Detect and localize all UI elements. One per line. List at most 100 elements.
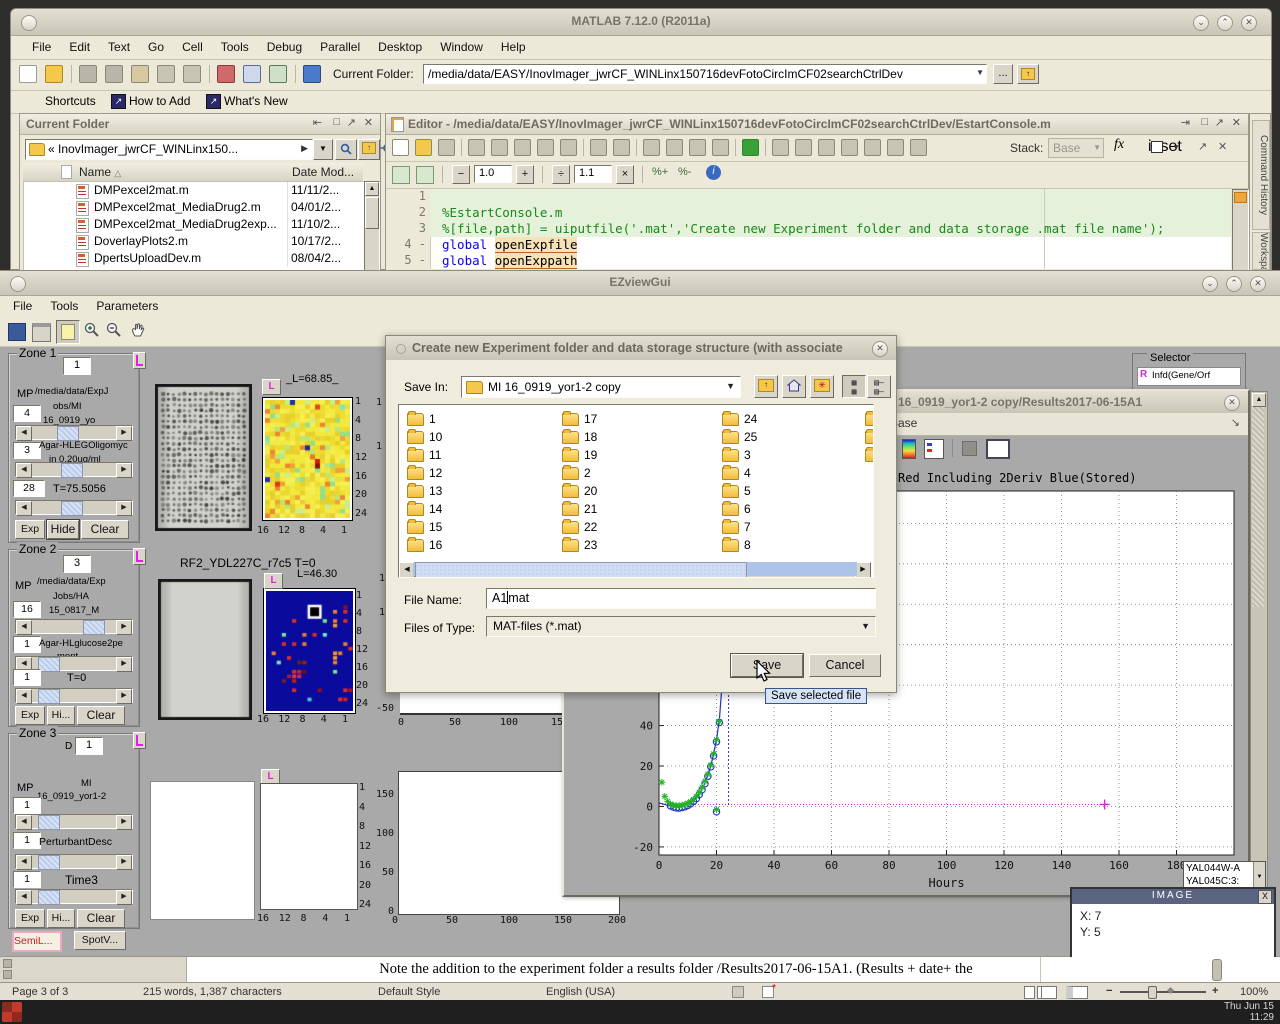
cell-insert-above-icon[interactable] (392, 166, 410, 184)
menu-window[interactable]: Window (431, 37, 492, 57)
chevron-down-icon[interactable]: ▼ (976, 68, 984, 77)
folder-item[interactable]: 4 (722, 465, 862, 481)
copy-icon[interactable] (491, 139, 508, 156)
forward-icon[interactable] (689, 139, 706, 156)
undock-icon[interactable]: ↗ (347, 116, 356, 129)
page-count[interactable]: Page 3 of 3 (12, 986, 68, 998)
menu-go[interactable]: Go (139, 37, 173, 57)
code-editor[interactable]: 12%EstartConsole.m3%[file,path] = uiputf… (386, 189, 1231, 269)
selection-mode-icon[interactable] (732, 986, 744, 998)
zoom-out-icon[interactable]: − (1106, 985, 1112, 997)
zone-hide-button[interactable]: Hide (47, 520, 79, 539)
colorbar-toggle-button[interactable] (133, 732, 146, 749)
cell-eval-advance-icon[interactable] (864, 139, 881, 156)
cell-minus-input[interactable]: 1.0 (474, 165, 512, 183)
chevron-right-icon[interactable]: ▶ (301, 143, 308, 154)
maximize-panel-icon[interactable]: □ (1201, 116, 1208, 128)
detail-view-button[interactable]: ▤–▤– (867, 375, 891, 398)
browse-folder-button[interactable]: ... (993, 64, 1013, 84)
back-icon[interactable] (666, 139, 683, 156)
time-input[interactable]: 1 (13, 669, 41, 686)
ez-menu-tools[interactable]: Tools (41, 296, 87, 316)
save-in-combo[interactable]: MI 16_0919_yor1-2 copy ▼ (461, 376, 741, 398)
table-row[interactable]: DMPexcel2mat_MediaDrug2.m04/01/2... (24, 199, 364, 216)
folder-item[interactable]: 25 (722, 429, 862, 445)
print-icon[interactable] (32, 323, 51, 342)
slider-left-arrow[interactable]: ◀ (16, 815, 32, 830)
slider-thumb[interactable] (38, 815, 60, 830)
time-slider[interactable]: ◀▶ (15, 500, 133, 515)
zone-hide-button[interactable]: Hi... (47, 706, 75, 725)
ezview-titlebar[interactable]: EZviewGui ⌄ ⌃ ✕ (0, 271, 1280, 296)
dialog-titlebar[interactable]: Create new Experiment folder and data st… (386, 336, 896, 360)
media-slider[interactable]: ◀▶ (15, 854, 133, 869)
menu-debug[interactable]: Debug (258, 37, 311, 57)
files-of-type-select[interactable]: MAT-files (*.mat) ▼ (486, 616, 876, 637)
mp-slider[interactable]: ◀▶ (15, 814, 133, 829)
slider-right-arrow[interactable]: ▶ (116, 620, 132, 635)
language-setting[interactable]: English (USA) (546, 986, 615, 998)
slider-left-arrow[interactable]: ◀ (16, 890, 32, 905)
table-row[interactable]: DpertsUploadDev.m08/04/2... (24, 250, 364, 267)
slider-right-arrow[interactable]: ▶ (116, 689, 132, 704)
fx-icon[interactable]: fx (1114, 137, 1124, 153)
folder-item[interactable]: 7 (722, 519, 862, 535)
file-name-input[interactable]: A1mat (486, 588, 876, 609)
grid-view-button[interactable]: ▦▦ (842, 375, 866, 398)
word-count[interactable]: 215 words, 1,387 characters (143, 986, 282, 998)
colorbar-toggle-button[interactable] (133, 352, 146, 369)
zone-clear-button[interactable]: Clear (77, 909, 125, 928)
undock-icon[interactable]: ↗ (1215, 116, 1224, 129)
cell-insert-icon[interactable] (818, 139, 835, 156)
list-item[interactable]: YAL044W-A (1186, 863, 1240, 874)
slider-right-arrow[interactable]: ▶ (116, 890, 132, 905)
list-item[interactable]: YAL045C:3: (1186, 876, 1239, 887)
save-state-icon[interactable]: * (762, 986, 774, 998)
folder-item[interactable]: 17 (562, 411, 702, 427)
cell-insert-below-icon[interactable] (416, 166, 434, 184)
undock-icon[interactable]: ↗ (1198, 140, 1207, 153)
table-row[interactable]: DMPexcel2mat.m11/11/2... (24, 182, 364, 199)
save-icon[interactable] (438, 139, 455, 156)
paste-icon[interactable] (131, 65, 149, 83)
undo-icon[interactable] (537, 139, 554, 156)
taskbar-date[interactable]: Thu Jun 15 11:29 (1224, 1001, 1274, 1023)
slider-thumb[interactable] (38, 855, 60, 870)
scroll-right-icon[interactable]: ▶ (855, 562, 871, 578)
slider-left-arrow[interactable]: ◀ (16, 620, 32, 635)
toolbar-mini-icon[interactable] (3, 970, 12, 979)
multiply-button[interactable]: × (616, 165, 634, 184)
scroll-up-icon[interactable]: ▲ (365, 182, 379, 196)
scroll-thumb[interactable] (1252, 407, 1264, 607)
zoom-in-button[interactable] (84, 322, 102, 340)
file-list-scrollbar[interactable]: ▲ (364, 181, 380, 271)
mp-slider[interactable]: ◀▶ (15, 425, 133, 440)
folder-item[interactable] (865, 429, 874, 445)
mp-slider[interactable]: ◀▶ (15, 619, 133, 634)
print-icon[interactable] (590, 139, 607, 156)
close-icon[interactable]: X (1258, 890, 1272, 904)
image-box-titlebar[interactable]: IMAGEX (1072, 889, 1274, 904)
writer-scrollbar-thumb[interactable] (1212, 959, 1222, 981)
layout-select[interactable]: inset▼ (1148, 138, 1182, 156)
scroll-up-icon[interactable]: ▲ (1252, 393, 1266, 407)
comment-percent-plus-icon[interactable]: %+ (652, 166, 668, 178)
slider-thumb[interactable] (38, 689, 60, 704)
menu-edit[interactable]: Edit (60, 37, 99, 57)
menu-cell[interactable]: Cell (173, 37, 212, 57)
minimize-icon[interactable]: ⌄ (1193, 15, 1209, 31)
mp-count-input[interactable]: 4 (13, 405, 41, 422)
zoom-slider[interactable] (1120, 991, 1206, 993)
cell-div-input[interactable]: 1.1 (574, 165, 612, 183)
cancel-button[interactable]: Cancel (809, 654, 881, 677)
help-icon[interactable] (303, 65, 321, 83)
decrease-value-button[interactable]: − (452, 165, 470, 184)
folder-list-box[interactable]: 1101112131415161718192202122232425345678… (398, 404, 874, 578)
close-icon[interactable]: ✕ (1218, 140, 1227, 153)
folder-item[interactable]: 12 (407, 465, 547, 481)
minimize-icon[interactable]: ⌄ (1202, 276, 1218, 292)
close-panel-icon[interactable]: ✕ (364, 116, 373, 129)
dock-icon[interactable]: ⇥ (1181, 116, 1190, 129)
new-folder-button[interactable]: ✳ (810, 375, 834, 398)
search-button[interactable] (335, 139, 357, 160)
